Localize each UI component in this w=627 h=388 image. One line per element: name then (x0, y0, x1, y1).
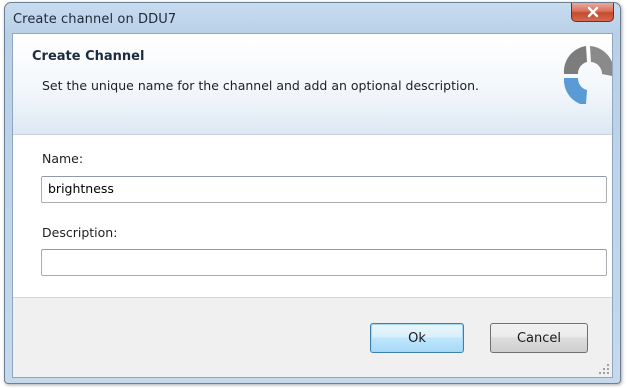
header-title: Create Channel (32, 49, 145, 64)
ok-button[interactable]: Ok (370, 323, 464, 353)
name-label: Name: (42, 151, 84, 166)
resize-grip-icon[interactable] (598, 363, 610, 375)
window-title: Create channel on DDU7 (13, 12, 177, 27)
footer-divider (13, 297, 612, 298)
dialog-window: Create channel on DDU7 Create Channel Se… (4, 2, 621, 384)
cancel-button[interactable]: Cancel (490, 323, 588, 353)
header-subtitle: Set the unique name for the channel and … (42, 78, 479, 93)
wizard-logo-icon (563, 46, 612, 104)
close-icon (587, 6, 598, 18)
form-area: Name: brightness Description: (13, 135, 612, 297)
close-button[interactable] (571, 3, 614, 22)
dialog-client-area: Create Channel Set the unique name for t… (12, 33, 613, 378)
description-label: Description: (42, 225, 118, 240)
description-field[interactable] (41, 249, 607, 276)
wizard-header: Create Channel Set the unique name for t… (13, 34, 612, 135)
title-bar[interactable]: Create channel on DDU7 (5, 3, 620, 33)
name-field[interactable]: brightness (41, 176, 607, 203)
